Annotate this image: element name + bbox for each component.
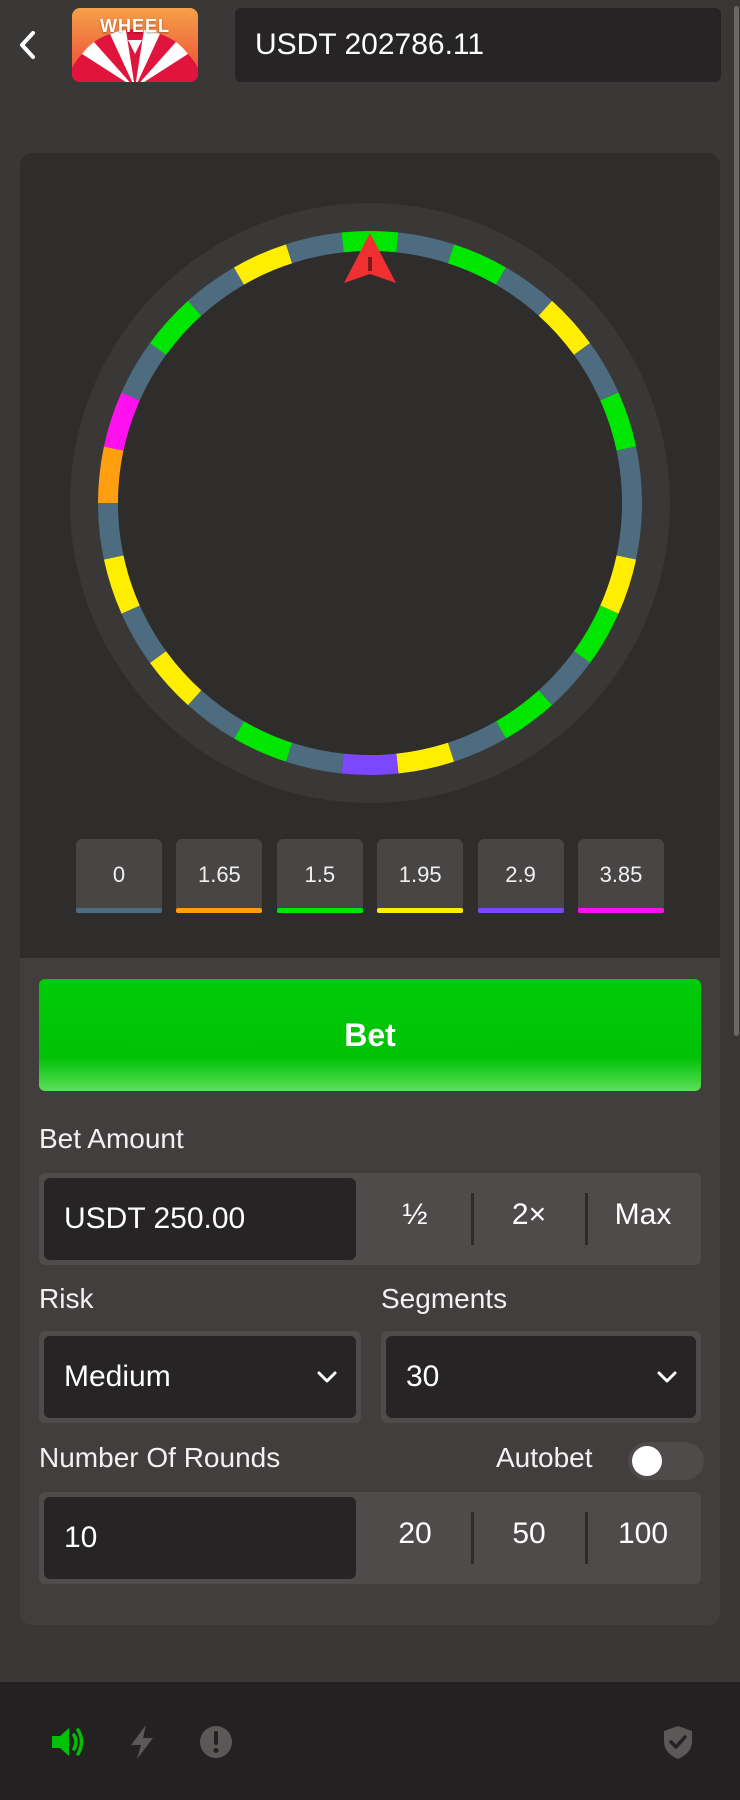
scrollbar-thumb[interactable]	[734, 6, 739, 1036]
rounds-input[interactable]: 10	[44, 1497, 356, 1579]
shield-check-icon	[664, 1726, 692, 1759]
wheel	[70, 203, 670, 803]
game-panel: 0 1.65 1.5 1.95 2.9 3.85 Bet Bet Amount USDT …	[20, 153, 720, 1625]
multiplier-color-bar	[578, 908, 664, 913]
risk-label: Risk	[39, 1283, 94, 1314]
rounds-100-button[interactable]: 100	[590, 1517, 696, 1551]
bet-amount-input[interactable]: USDT 250.00	[44, 1178, 356, 1260]
wheel-area: 0 1.65 1.5 1.95 2.9 3.85	[20, 153, 720, 958]
multiplier-color-bar	[76, 908, 162, 913]
multiplier-value: 1.95	[398, 862, 442, 887]
max-bet-button[interactable]: Max	[590, 1198, 696, 1232]
wheel-segment	[341, 753, 399, 775]
balance-display: USDT 202786.11	[235, 8, 721, 82]
lightning-icon	[131, 1725, 153, 1759]
rounds-20-button[interactable]: 20	[361, 1517, 469, 1551]
logo-text: WHEEL	[100, 16, 170, 36]
risk-select[interactable]: Medium	[44, 1336, 356, 1418]
segments-value: 30	[406, 1360, 440, 1393]
multiplier-value: 3.85	[599, 862, 643, 887]
bet-button[interactable]: Bet	[39, 979, 701, 1091]
multiplier-value: 1.65	[197, 862, 241, 887]
risk-group: Medium	[39, 1331, 361, 1423]
multiplier-value: 1.5	[304, 862, 336, 887]
info-button[interactable]	[196, 1722, 236, 1762]
multiplier-chip: 1.65	[176, 839, 263, 913]
multiplier-legend: 0 1.65 1.5 1.95 2.9 3.85	[76, 839, 666, 915]
multiplier-color-bar	[377, 908, 464, 913]
chevron-down-icon	[657, 1371, 677, 1383]
bottom-toolbar	[0, 1682, 740, 1800]
autobet-toggle-knob	[632, 1446, 662, 1476]
autobet-toggle[interactable]	[628, 1442, 704, 1480]
bet-amount-group: USDT 250.00 ½ 2× Max	[39, 1173, 701, 1265]
multiplier-color-bar	[276, 908, 363, 913]
segments-group: 30	[381, 1331, 701, 1423]
divider	[585, 1512, 588, 1564]
bet-controls: Bet Bet Amount USDT 250.00 ½ 2× Max Risk…	[20, 958, 720, 1625]
multiplier-color-bar	[176, 908, 263, 913]
number-of-rounds-label: Number Of Rounds	[39, 1442, 281, 1473]
speaker-icon	[52, 1728, 84, 1756]
divider	[585, 1193, 588, 1245]
wheel-game-logo: WHEEL	[72, 8, 198, 82]
multiplier-chip: 1.5	[276, 839, 363, 913]
rounds-group: 10 20 50 100	[39, 1492, 701, 1584]
autobet-label: Autobet	[496, 1442, 593, 1473]
chevron-down-icon	[317, 1371, 337, 1383]
divider	[471, 1193, 474, 1245]
multiplier-chip: 1.95	[377, 839, 464, 913]
divider	[471, 1512, 474, 1564]
segments-select[interactable]: 30	[386, 1336, 696, 1418]
bet-amount-label: Bet Amount	[39, 1123, 184, 1154]
multiplier-chip: 0	[76, 839, 162, 913]
segments-label: Segments	[381, 1283, 508, 1314]
multiplier-value: 2.9	[505, 862, 536, 887]
exclamation-icon	[200, 1726, 232, 1758]
chevron-left-icon	[20, 31, 35, 59]
multiplier-color-bar	[477, 908, 564, 913]
half-bet-button[interactable]: ½	[361, 1198, 469, 1232]
multiplier-chip: 3.85	[578, 839, 664, 913]
turbo-button[interactable]	[122, 1722, 162, 1762]
rounds-50-button[interactable]: 50	[476, 1517, 582, 1551]
multiplier-value: 0	[112, 862, 126, 887]
scrollbar[interactable]	[732, 0, 740, 1680]
risk-value: Medium	[64, 1360, 171, 1393]
multiplier-chip: 2.9	[477, 839, 564, 913]
double-bet-button[interactable]: 2×	[476, 1198, 582, 1232]
back-button[interactable]	[10, 22, 46, 68]
fairness-button[interactable]	[658, 1722, 698, 1762]
top-bar: WHEEL USDT 202786.11	[0, 0, 740, 92]
sound-button[interactable]	[48, 1722, 88, 1762]
wheel-center	[118, 251, 622, 755]
